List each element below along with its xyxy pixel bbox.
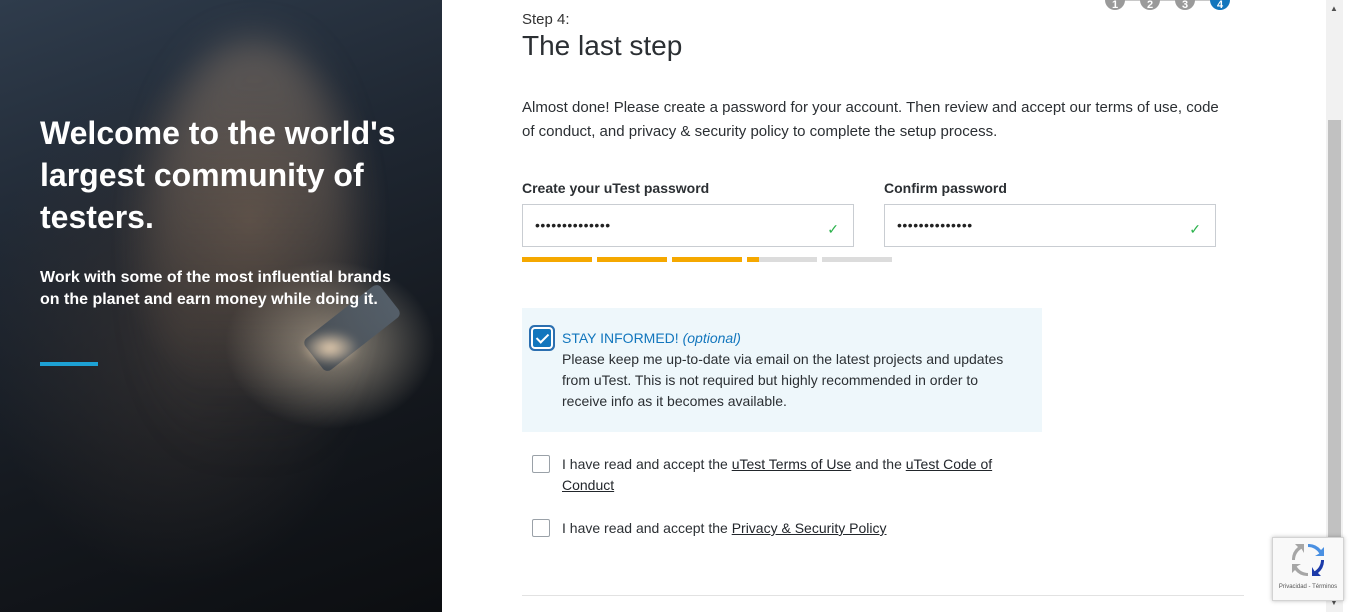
section-divider [522, 595, 1244, 596]
confirm-password-valid-check-icon: ✓ [1189, 221, 1201, 237]
password-value: •••••••••••••• [535, 217, 611, 233]
optional-tag: (optional) [682, 330, 741, 346]
step-dot-3: 3 [1175, 0, 1195, 11]
strength-segment [597, 257, 667, 262]
strength-segment [522, 257, 592, 262]
window-edge [1343, 0, 1360, 612]
hero-headline: Welcome to the world's largest community… [40, 115, 396, 235]
page-title: The last step [522, 30, 683, 61]
privacy-label: I have read and accept the Privacy & Sec… [562, 518, 1032, 539]
hero-accent-bar [40, 362, 98, 366]
hero-photo-hair [150, 40, 350, 460]
terms-of-use-link[interactable]: uTest Terms of Use [732, 456, 852, 472]
recaptcha-links[interactable]: Privacidad - Términos [1273, 584, 1343, 590]
strength-segment [672, 257, 742, 262]
stay-informed-title: STAY INFORMED! (optional) [562, 330, 741, 346]
recaptcha-badge[interactable]: Privacidad - Términos [1272, 537, 1344, 601]
hero-panel: Welcome to the world's largest community… [0, 0, 442, 612]
password-field[interactable]: •••••••••••••• ✓ [522, 204, 854, 247]
step-dot-2: 2 [1140, 0, 1160, 11]
scroll-up-arrow-icon[interactable]: ▲ [1330, 4, 1338, 13]
stay-informed-box: STAY INFORMED! (optional) Please keep me… [522, 308, 1042, 432]
hero-subtext: Work with some of the most influential b… [40, 269, 391, 308]
password-label: Create your uTest password [522, 180, 710, 196]
intro-text: Almost done! Please create a password fo… [522, 99, 1219, 140]
stay-informed-description: Please keep me up-to-date via email on t… [562, 351, 1004, 409]
confirm-password-value: •••••••••••••• [897, 217, 973, 233]
page-scrollbar[interactable]: ▲ ▼ [1326, 0, 1343, 612]
terms-middle: and the [851, 456, 906, 472]
privacy-checkbox[interactable] [532, 519, 550, 537]
confirm-password-label: Confirm password [884, 180, 1007, 196]
confirm-password-field[interactable]: •••••••••••••• ✓ [884, 204, 1216, 247]
privacy-prefix: I have read and accept the [562, 520, 732, 536]
step-dot-4: 4 [1210, 0, 1230, 11]
step-connector [1115, 0, 1221, 1]
terms-checkbox[interactable] [532, 455, 550, 473]
step-label: Step 4: [522, 11, 570, 28]
step-dot-1: 1 [1105, 0, 1125, 11]
terms-label: I have read and accept the uTest Terms o… [562, 454, 1032, 496]
privacy-policy-link[interactable]: Privacy & Security Policy [732, 520, 887, 536]
stay-informed-heading: STAY INFORMED! [562, 330, 679, 346]
recaptcha-logo-icon [1292, 544, 1324, 576]
strength-segment [822, 257, 892, 262]
terms-prefix: I have read and accept the [562, 456, 732, 472]
hero-photo-glow [300, 330, 360, 366]
strength-segment [747, 257, 817, 262]
stay-informed-checkbox[interactable] [533, 329, 551, 347]
scrollbar-thumb[interactable] [1328, 120, 1341, 590]
password-valid-check-icon: ✓ [827, 221, 839, 237]
